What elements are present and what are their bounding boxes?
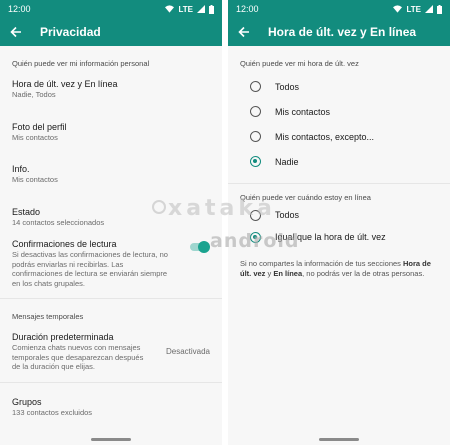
profile-photo-setting[interactable]: Foto del perfil Mis contactos <box>0 122 222 143</box>
setting-value: Nadie, Todos <box>12 90 56 99</box>
radio-option-my-contacts[interactable]: Mis contactos <box>228 99 450 124</box>
setting-value: Mis contactos <box>12 175 58 184</box>
network-label: LTE <box>406 4 421 14</box>
wifi-icon <box>393 5 403 13</box>
last-seen-screen: 12:00 LTE Hora de últ. vez y En línea Qu… <box>228 0 450 445</box>
battery-icon <box>209 4 214 14</box>
status-time: 12:00 <box>8 4 31 14</box>
read-receipts-toggle[interactable] <box>190 241 210 253</box>
status-time: 12:00 <box>236 4 259 14</box>
section-header-personal-info: Quién puede ver mi información personal <box>12 59 150 68</box>
network-label: LTE <box>178 4 193 14</box>
gesture-nav-bar[interactable] <box>319 438 359 441</box>
duration-value: Desactivada <box>165 347 210 356</box>
radio-button-selected[interactable] <box>250 156 261 167</box>
radio-option-nobody[interactable]: Nadie <box>228 149 450 174</box>
setting-value: 14 contactos seleccionados <box>12 217 105 227</box>
app-bar: Privacidad <box>0 18 222 46</box>
default-duration-setting[interactable]: Duración predeterminada Comienza chats n… <box>0 332 222 372</box>
radio-button[interactable] <box>250 81 261 92</box>
setting-title: Estado <box>12 206 41 217</box>
page-title: Privacidad <box>40 25 101 39</box>
radio-option-online-everyone[interactable]: Todos <box>228 204 450 226</box>
setting-title: Foto del perfil <box>12 121 67 132</box>
read-receipts-setting[interactable]: Confirmaciones de lectura Si desactivas … <box>0 239 222 288</box>
status-bar: 12:00 LTE <box>0 0 222 18</box>
toggle-knob <box>198 241 210 253</box>
section-header-online: Quién puede ver cuándo estoy en línea <box>240 193 371 202</box>
setting-title: Grupos <box>12 396 42 407</box>
radio-label: Todos <box>275 210 300 220</box>
page-title: Hora de últ. vez y En línea <box>268 25 417 39</box>
setting-value: 133 contactos excluidos <box>12 407 93 417</box>
radio-button-selected[interactable] <box>250 231 261 243</box>
app-bar: Hora de últ. vez y En línea <box>228 18 450 46</box>
radio-label: Nadie <box>275 156 299 167</box>
radio-label: Mis contactos <box>275 106 331 117</box>
setting-title: Hora de últ. vez y En línea <box>12 79 118 89</box>
radio-option-same-as-last-seen[interactable]: Igual que la hora de últ. vez <box>228 226 450 248</box>
setting-title: Info. <box>12 164 30 174</box>
radio-label: Igual que la hora de últ. vez <box>275 232 386 242</box>
back-arrow-icon[interactable] <box>236 24 252 40</box>
back-arrow-icon[interactable] <box>8 24 24 40</box>
about-setting[interactable]: Info. Mis contactos <box>0 164 222 185</box>
signal-icon <box>197 5 205 13</box>
gesture-nav-bar[interactable] <box>91 438 131 441</box>
groups-setting[interactable]: Grupos 133 contactos excluidos <box>0 397 222 418</box>
setting-title: Duración predeterminada <box>12 332 114 342</box>
last-seen-setting[interactable]: Hora de últ. vez y En línea Nadie, Todos <box>0 79 222 100</box>
section-header-last-seen: Quién puede ver mi hora de últ. vez <box>240 59 359 68</box>
status-bar: 12:00 LTE <box>228 0 450 18</box>
setting-description: Si desactivas las confirmaciones de lect… <box>12 250 168 288</box>
wifi-icon <box>165 5 175 13</box>
privacy-note: Si no compartes la información de tus se… <box>240 259 431 278</box>
radio-label: Todos <box>275 81 300 92</box>
status-setting[interactable]: Estado 14 contactos seleccionados <box>0 207 222 228</box>
privacy-screen: 12:00 LTE Privacidad Quién puede ver mi … <box>0 0 222 445</box>
setting-value: Mis contactos <box>12 132 58 142</box>
radio-button[interactable] <box>250 209 261 221</box>
section-header-disappearing-messages: Mensajes temporales <box>12 312 84 321</box>
radio-option-my-contacts-except[interactable]: Mis contactos, excepto... <box>228 124 450 149</box>
setting-title: Confirmaciones de lectura <box>12 239 117 249</box>
radio-button[interactable] <box>250 131 261 142</box>
battery-icon <box>437 4 442 14</box>
signal-icon <box>425 5 433 13</box>
radio-button[interactable] <box>250 106 261 117</box>
radio-option-everyone[interactable]: Todos <box>228 74 450 99</box>
radio-label: Mis contactos, excepto... <box>275 131 375 142</box>
